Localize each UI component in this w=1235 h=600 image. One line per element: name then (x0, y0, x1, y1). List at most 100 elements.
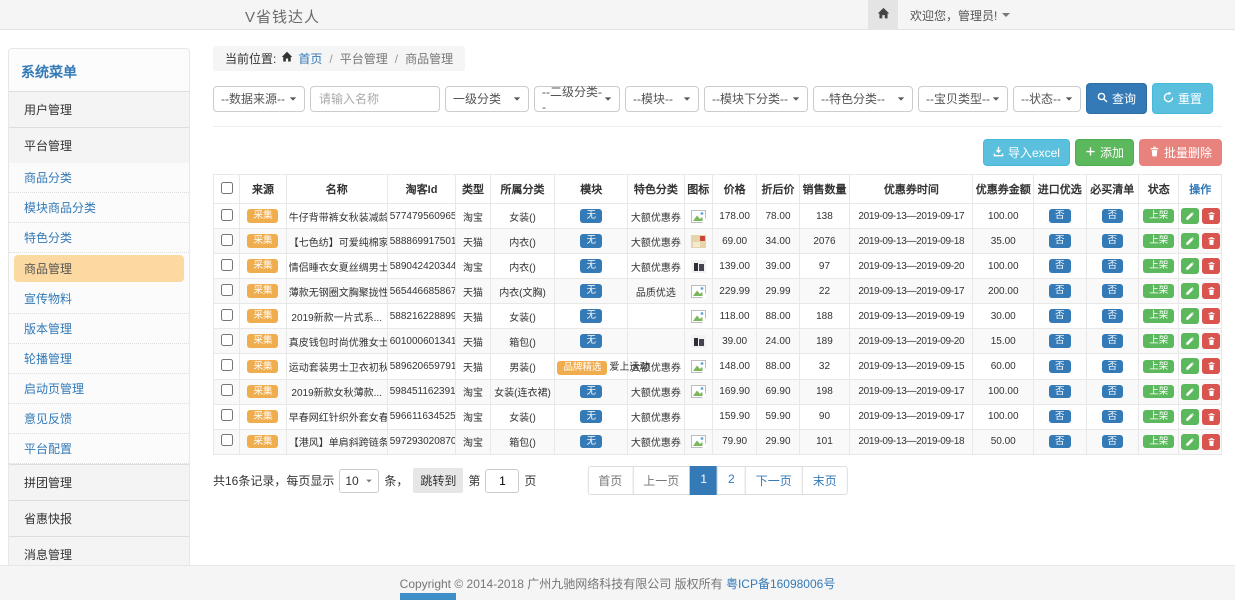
name-search-input[interactable] (310, 86, 440, 112)
row-checkbox[interactable] (221, 334, 233, 346)
filter-select-5[interactable]: --模块下分类-- (704, 86, 808, 112)
badge-blue[interactable]: 否 (1102, 334, 1124, 348)
badge-blue[interactable]: 否 (1102, 435, 1124, 449)
badge-green[interactable]: 上架 (1143, 234, 1174, 248)
reset-button[interactable]: 重置 (1152, 83, 1213, 114)
sidebar-item-4[interactable]: 特色分类 (9, 223, 189, 253)
sidebar-item-7[interactable]: 版本管理 (9, 314, 189, 344)
edit-button[interactable] (1181, 434, 1199, 450)
import-excel-button[interactable]: 导入excel (983, 139, 1070, 166)
sidebar-item-9[interactable]: 启动页管理 (9, 374, 189, 404)
badge-green[interactable]: 上架 (1143, 410, 1174, 424)
jump-page-input[interactable] (485, 469, 519, 493)
page-button-末页[interactable]: 末页 (802, 466, 848, 495)
batch-delete-button[interactable]: 批量删除 (1139, 139, 1222, 166)
badge-blue[interactable]: 否 (1049, 334, 1071, 348)
badge-green[interactable]: 上架 (1143, 309, 1174, 323)
row-checkbox[interactable] (221, 284, 233, 296)
badge-blue[interactable]: 否 (1102, 410, 1124, 424)
filter-select-3[interactable]: --二级分类-- (534, 86, 620, 112)
edit-button[interactable] (1181, 358, 1199, 374)
user-menu[interactable]: 欢迎您，管理员! (898, 7, 1022, 24)
badge-blue[interactable]: 无 (580, 385, 602, 399)
delete-button[interactable] (1202, 308, 1220, 324)
row-checkbox[interactable] (221, 384, 233, 396)
badge-blue[interactable]: 否 (1102, 360, 1124, 374)
select-all-checkbox[interactable] (221, 182, 233, 194)
badge-blue[interactable]: 无 (580, 284, 602, 298)
sidebar-item-1[interactable]: 平台管理 (9, 127, 189, 163)
badge-green[interactable]: 上架 (1143, 259, 1174, 273)
badge-blue[interactable]: 否 (1049, 284, 1071, 298)
sidebar-item-8[interactable]: 轮播管理 (9, 344, 189, 374)
page-button-1[interactable]: 1 (689, 466, 718, 495)
page-button-首页[interactable]: 首页 (587, 466, 633, 495)
sidebar-item-11[interactable]: 平台配置 (9, 434, 189, 464)
sidebar-item-5[interactable]: 商品管理 (14, 255, 184, 282)
badge-blue[interactable]: 否 (1102, 284, 1124, 298)
edit-button[interactable] (1181, 333, 1199, 349)
badge-blue[interactable]: 否 (1049, 309, 1071, 323)
icp-link[interactable]: 粤ICP备16098006号 (726, 575, 835, 592)
badge-blue[interactable]: 无 (580, 259, 602, 273)
edit-button[interactable] (1181, 308, 1199, 324)
badge-green[interactable]: 上架 (1143, 209, 1174, 223)
badge-blue[interactable]: 否 (1049, 435, 1071, 449)
delete-button[interactable] (1202, 208, 1220, 224)
query-button[interactable]: 查询 (1086, 83, 1147, 114)
badge-green[interactable]: 上架 (1143, 360, 1174, 374)
badge-blue[interactable]: 无 (580, 334, 602, 348)
breadcrumb-home-link[interactable]: 首页 (298, 50, 322, 67)
badge-green[interactable]: 上架 (1143, 334, 1174, 348)
delete-button[interactable] (1202, 384, 1220, 400)
row-checkbox[interactable] (221, 209, 233, 221)
delete-button[interactable] (1202, 233, 1220, 249)
badge-green[interactable]: 上架 (1143, 385, 1174, 399)
filter-select-6[interactable]: --特色分类-- (813, 86, 913, 112)
sidebar-item-6[interactable]: 宣传物料 (9, 284, 189, 314)
row-checkbox[interactable] (221, 259, 233, 271)
edit-button[interactable] (1181, 384, 1199, 400)
edit-button[interactable] (1181, 208, 1199, 224)
row-checkbox[interactable] (221, 309, 233, 321)
badge-blue[interactable]: 否 (1049, 410, 1071, 424)
edit-button[interactable] (1181, 409, 1199, 425)
home-nav-button[interactable] (868, 0, 898, 30)
per-page-select[interactable]: 10 (339, 469, 379, 493)
badge-blue[interactable]: 否 (1049, 360, 1071, 374)
badge-green[interactable]: 上架 (1143, 284, 1174, 298)
filter-select-4[interactable]: --模块-- (625, 86, 699, 112)
badge-blue[interactable]: 无 (580, 435, 602, 449)
filter-select-0[interactable]: --数据来源-- (213, 86, 305, 112)
delete-button[interactable] (1202, 434, 1220, 450)
add-button[interactable]: 添加 (1075, 139, 1134, 166)
delete-button[interactable] (1202, 333, 1220, 349)
badge-blue[interactable]: 否 (1102, 234, 1124, 248)
filter-select-2[interactable]: 一级分类 (445, 86, 529, 112)
badge-blue[interactable]: 无 (580, 209, 602, 223)
sidebar-item-3[interactable]: 模块商品分类 (9, 193, 189, 223)
filter-select-8[interactable]: --状态-- (1013, 86, 1081, 112)
badge-blue[interactable]: 否 (1049, 234, 1071, 248)
badge-blue[interactable]: 否 (1102, 385, 1124, 399)
page-button-下一页[interactable]: 下一页 (745, 466, 803, 495)
delete-button[interactable] (1202, 258, 1220, 274)
delete-button[interactable] (1202, 409, 1220, 425)
page-button-2[interactable]: 2 (717, 466, 746, 495)
row-checkbox[interactable] (221, 359, 233, 371)
delete-button[interactable] (1202, 358, 1220, 374)
page-button-上一页[interactable]: 上一页 (632, 466, 690, 495)
badge-blue[interactable]: 否 (1049, 209, 1071, 223)
badge-blue[interactable]: 否 (1102, 259, 1124, 273)
sidebar-item-0[interactable]: 用户管理 (9, 91, 189, 127)
edit-button[interactable] (1181, 283, 1199, 299)
sidebar-item-12[interactable]: 拼团管理 (9, 464, 189, 500)
sidebar-item-2[interactable]: 商品分类 (9, 163, 189, 193)
jump-button[interactable]: 跳转到 (413, 468, 463, 493)
badge-blue[interactable]: 否 (1102, 309, 1124, 323)
badge-blue[interactable]: 否 (1049, 259, 1071, 273)
badge-blue[interactable]: 无 (580, 410, 602, 424)
row-checkbox[interactable] (221, 434, 233, 446)
row-checkbox[interactable] (221, 234, 233, 246)
edit-button[interactable] (1181, 258, 1199, 274)
